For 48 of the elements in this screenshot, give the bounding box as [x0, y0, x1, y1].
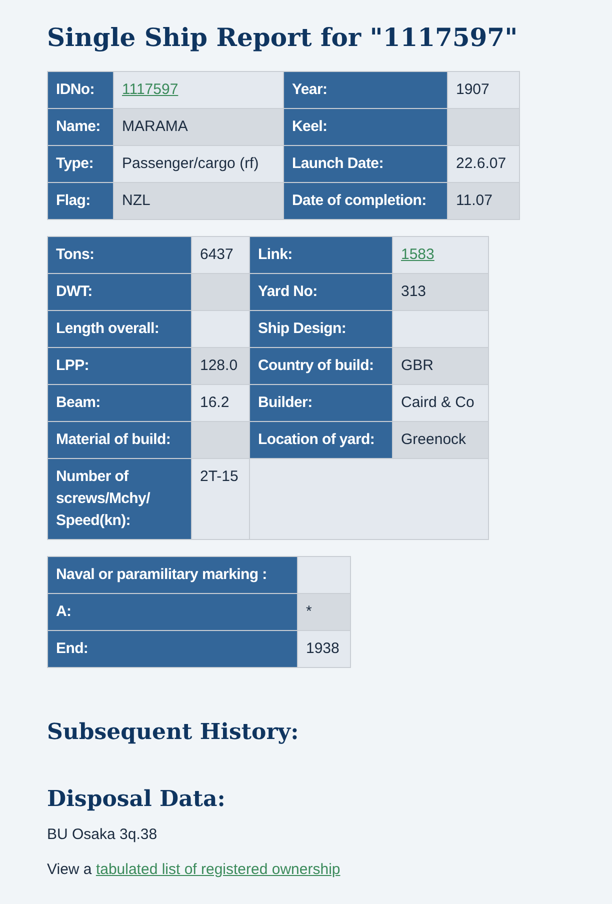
field-label: Length overall:: [48, 310, 192, 348]
page-title: Single Ship Report for "1117597": [47, 22, 519, 54]
field-value: MARAMA: [114, 108, 284, 146]
field-value: Greenock: [392, 422, 488, 458]
field-label: Type:: [48, 146, 114, 182]
field-value: 313: [392, 274, 488, 310]
field-value: 2T-15: [192, 458, 250, 540]
id-link[interactable]: 1583: [401, 246, 434, 263]
field-label: Ship Design:: [250, 310, 392, 348]
field-label: Tons:: [48, 236, 192, 274]
field-value: GBR: [392, 348, 488, 384]
field-label: Material of build:: [48, 422, 192, 458]
field-label: Builder:: [250, 384, 392, 422]
field-value: 22.6.07: [448, 146, 520, 182]
field-label: Link:: [250, 236, 392, 274]
field-value: 11.07: [448, 182, 520, 220]
field-label: IDNo:: [48, 72, 114, 108]
field-label: Year:: [284, 72, 448, 108]
field-value: 1938: [298, 630, 350, 668]
field-label: Name:: [48, 108, 114, 146]
field-value: 6437: [192, 236, 250, 274]
field-label: Location of yard:: [250, 422, 392, 458]
ownership-link[interactable]: tabulated list of registered ownership: [96, 860, 340, 878]
section-heading: Subsequent History:: [47, 718, 300, 747]
field-label: End:: [48, 630, 298, 668]
section-heading: Disposal Data:: [47, 785, 226, 814]
field-label: Naval or paramilitary marking :: [48, 556, 298, 594]
field-label: Flag:: [48, 182, 114, 220]
field-label: A:: [48, 594, 298, 630]
field-label: Launch Date:: [284, 146, 448, 182]
field-value: 128.0: [192, 348, 250, 384]
field-label: Date of completion:: [284, 182, 448, 220]
field-label: Yard No:: [250, 274, 392, 310]
ownership-sentence: View a tabulated list of registered ownership: [47, 860, 342, 880]
field-label: Number of screws/Mchy/ Speed(kn):: [48, 458, 192, 540]
disposal-text: BU Osaka 3q.38: [47, 825, 158, 845]
field-label: DWT:: [48, 274, 192, 310]
field-value: *: [298, 594, 350, 630]
field-label: LPP:: [48, 348, 192, 384]
field-value: Caird & Co: [392, 384, 488, 422]
id-link[interactable]: 1117597: [122, 81, 178, 98]
field-value: 1907: [448, 72, 520, 108]
field-label: Beam:: [48, 384, 192, 422]
field-value: NZL: [114, 182, 284, 220]
field-value: 16.2: [192, 384, 250, 422]
field-label: Country of build:: [250, 348, 392, 384]
field-value: Passenger/cargo (rf): [114, 146, 284, 182]
field-label: Keel:: [284, 108, 448, 146]
